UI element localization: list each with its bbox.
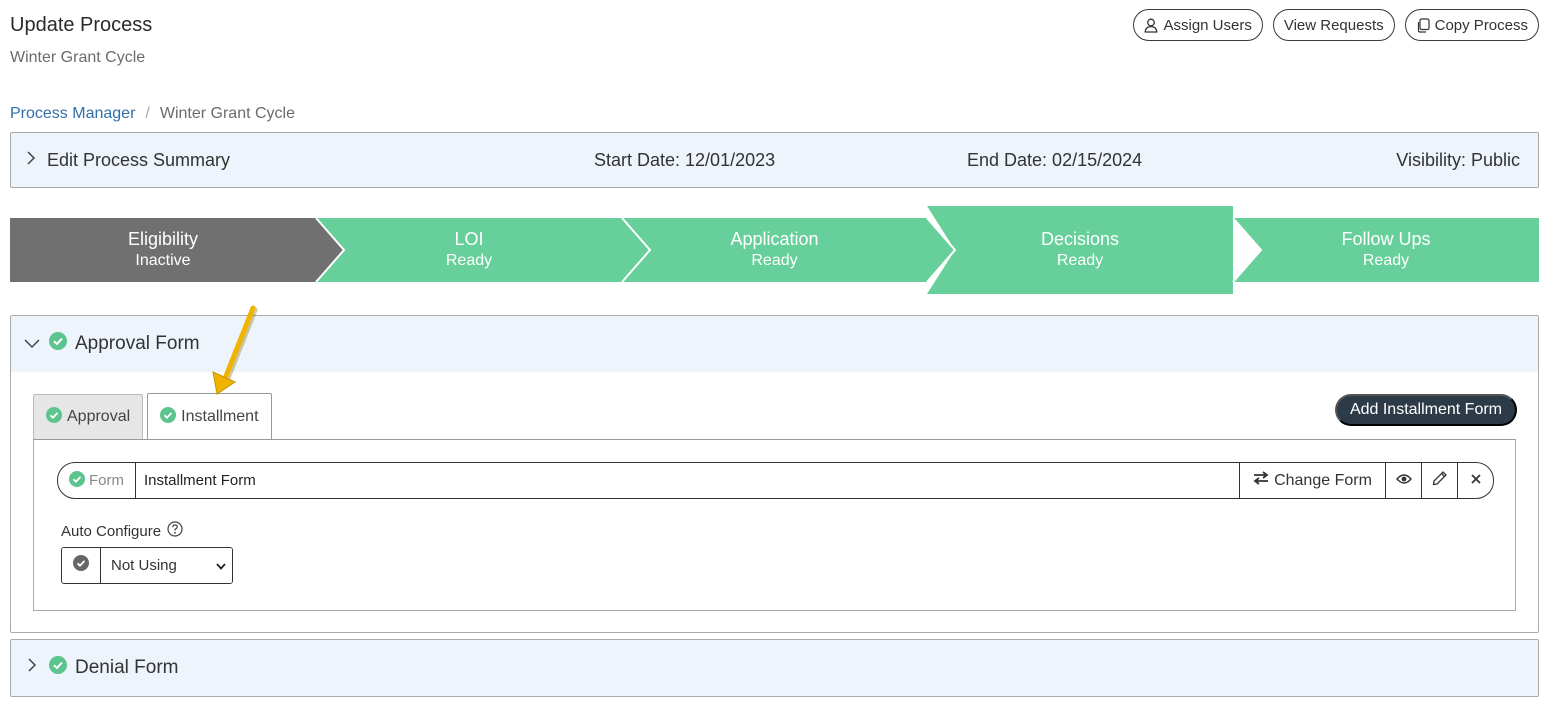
assign-users-label: Assign Users [1163, 16, 1252, 34]
breadcrumb-current: Winter Grant Cycle [159, 105, 295, 122]
denial-form-section: Denial Form [10, 639, 1539, 697]
tab-installment[interactable]: Installment [147, 393, 272, 440]
chevron-right-icon [23, 657, 41, 679]
edit-process-summary-label: Edit Process Summary [47, 149, 231, 170]
stage-name: Follow Ups [1341, 229, 1431, 249]
installment-tab-panel: Form Installment Form Change Form Auto C… [33, 439, 1516, 611]
stage-status: Ready [1056, 252, 1104, 269]
auto-configure-addon [62, 548, 101, 583]
stage-loi[interactable]: LOI Ready [316, 218, 622, 282]
form-tabs: Approval Installment [33, 393, 272, 440]
form-addon: Form [58, 463, 136, 498]
change-form-button[interactable]: Change Form [1239, 463, 1385, 498]
edit-form-button[interactable] [1421, 463, 1457, 498]
swap-icon [1253, 471, 1269, 490]
check-circle-icon [46, 406, 62, 428]
chevron-down-icon [23, 333, 41, 355]
top-actions: Assign Users View Requests Copy Process [1133, 9, 1539, 41]
close-icon [1470, 472, 1482, 490]
check-circle-icon [49, 656, 67, 680]
stage-status: Ready [1362, 252, 1410, 269]
stage-name: Eligibility [127, 229, 199, 249]
form-name-field: Installment Form [144, 472, 256, 489]
breadcrumb-process-manager[interactable]: Process Manager [10, 105, 135, 123]
tab-label: Approval [67, 408, 131, 425]
preview-form-button[interactable] [1385, 463, 1421, 498]
form-selector-group: Form Installment Form Change Form [57, 462, 1494, 499]
auto-configure-group: Not Using [61, 547, 233, 584]
annotation-arrow-icon [212, 305, 258, 395]
add-installment-form-button[interactable]: Add Installment Form [1334, 394, 1517, 426]
pencil-icon [1432, 470, 1448, 491]
check-circle-icon [160, 406, 177, 428]
process-summary-bar: Edit Process Summary Start Date: 12/01/2… [10, 132, 1539, 188]
view-requests-label: View Requests [1283, 16, 1384, 34]
breadcrumb-separator: / [145, 105, 150, 122]
page-title: Update Process [10, 14, 153, 36]
start-date: Start Date: 12/01/2023 [594, 149, 776, 170]
page-subtitle: Winter Grant Cycle [10, 49, 146, 66]
help-icon[interactable] [167, 521, 183, 541]
stage-name: Application [730, 229, 819, 249]
remove-form-button[interactable] [1457, 463, 1493, 498]
stage-navigation: Eligibility Inactive LOI Ready Applicati… [10, 206, 1539, 294]
chevron-right-icon [25, 150, 37, 171]
stage-status: Ready [751, 252, 798, 269]
check-circle-icon [69, 470, 85, 491]
auto-configure-label-row: Auto Configure [61, 521, 183, 541]
denial-form-header[interactable]: Denial Form [11, 640, 1538, 696]
assign-users-button[interactable]: Assign Users [1133, 9, 1263, 41]
copy-process-button[interactable]: Copy Process [1404, 9, 1539, 41]
tab-approval[interactable]: Approval [33, 394, 144, 439]
tab-label: Installment [181, 408, 259, 425]
edit-process-summary-toggle[interactable]: Edit Process Summary [25, 133, 230, 187]
stage-eligibility[interactable]: Eligibility Inactive [10, 218, 316, 282]
end-date: End Date: 02/15/2024 [967, 149, 1143, 170]
user-icon [1144, 18, 1158, 33]
stage-name: Decisions [1040, 229, 1120, 249]
auto-configure-value: Not Using [111, 557, 177, 574]
stage-application[interactable]: Application Ready [622, 218, 927, 282]
copy-icon [1416, 17, 1430, 33]
stage-status: Inactive [135, 252, 191, 269]
denial-form-title: Denial Form [75, 657, 179, 678]
auto-configure-label: Auto Configure [61, 522, 162, 540]
stage-follow-ups[interactable]: Follow Ups Ready [1233, 218, 1539, 282]
stage-name: LOI [454, 229, 484, 249]
change-form-label: Change Form [1274, 471, 1372, 489]
visibility: Visibility: Public [1396, 149, 1520, 170]
approval-form-title: Approval Form [75, 333, 200, 354]
caret-down-icon [216, 557, 226, 574]
copy-process-label: Copy Process [1434, 16, 1528, 34]
breadcrumb: Process Manager / Winter Grant Cycle [10, 105, 295, 123]
eye-icon [1395, 472, 1412, 490]
check-circle-icon [49, 332, 67, 356]
stage-status: Ready [445, 252, 493, 269]
form-addon-label: Form [89, 472, 124, 489]
auto-configure-select[interactable]: Not Using [101, 548, 232, 583]
view-requests-button[interactable]: View Requests [1272, 9, 1395, 41]
stage-decisions[interactable]: Decisions Ready [927, 218, 1233, 282]
check-circle-icon [73, 555, 89, 576]
